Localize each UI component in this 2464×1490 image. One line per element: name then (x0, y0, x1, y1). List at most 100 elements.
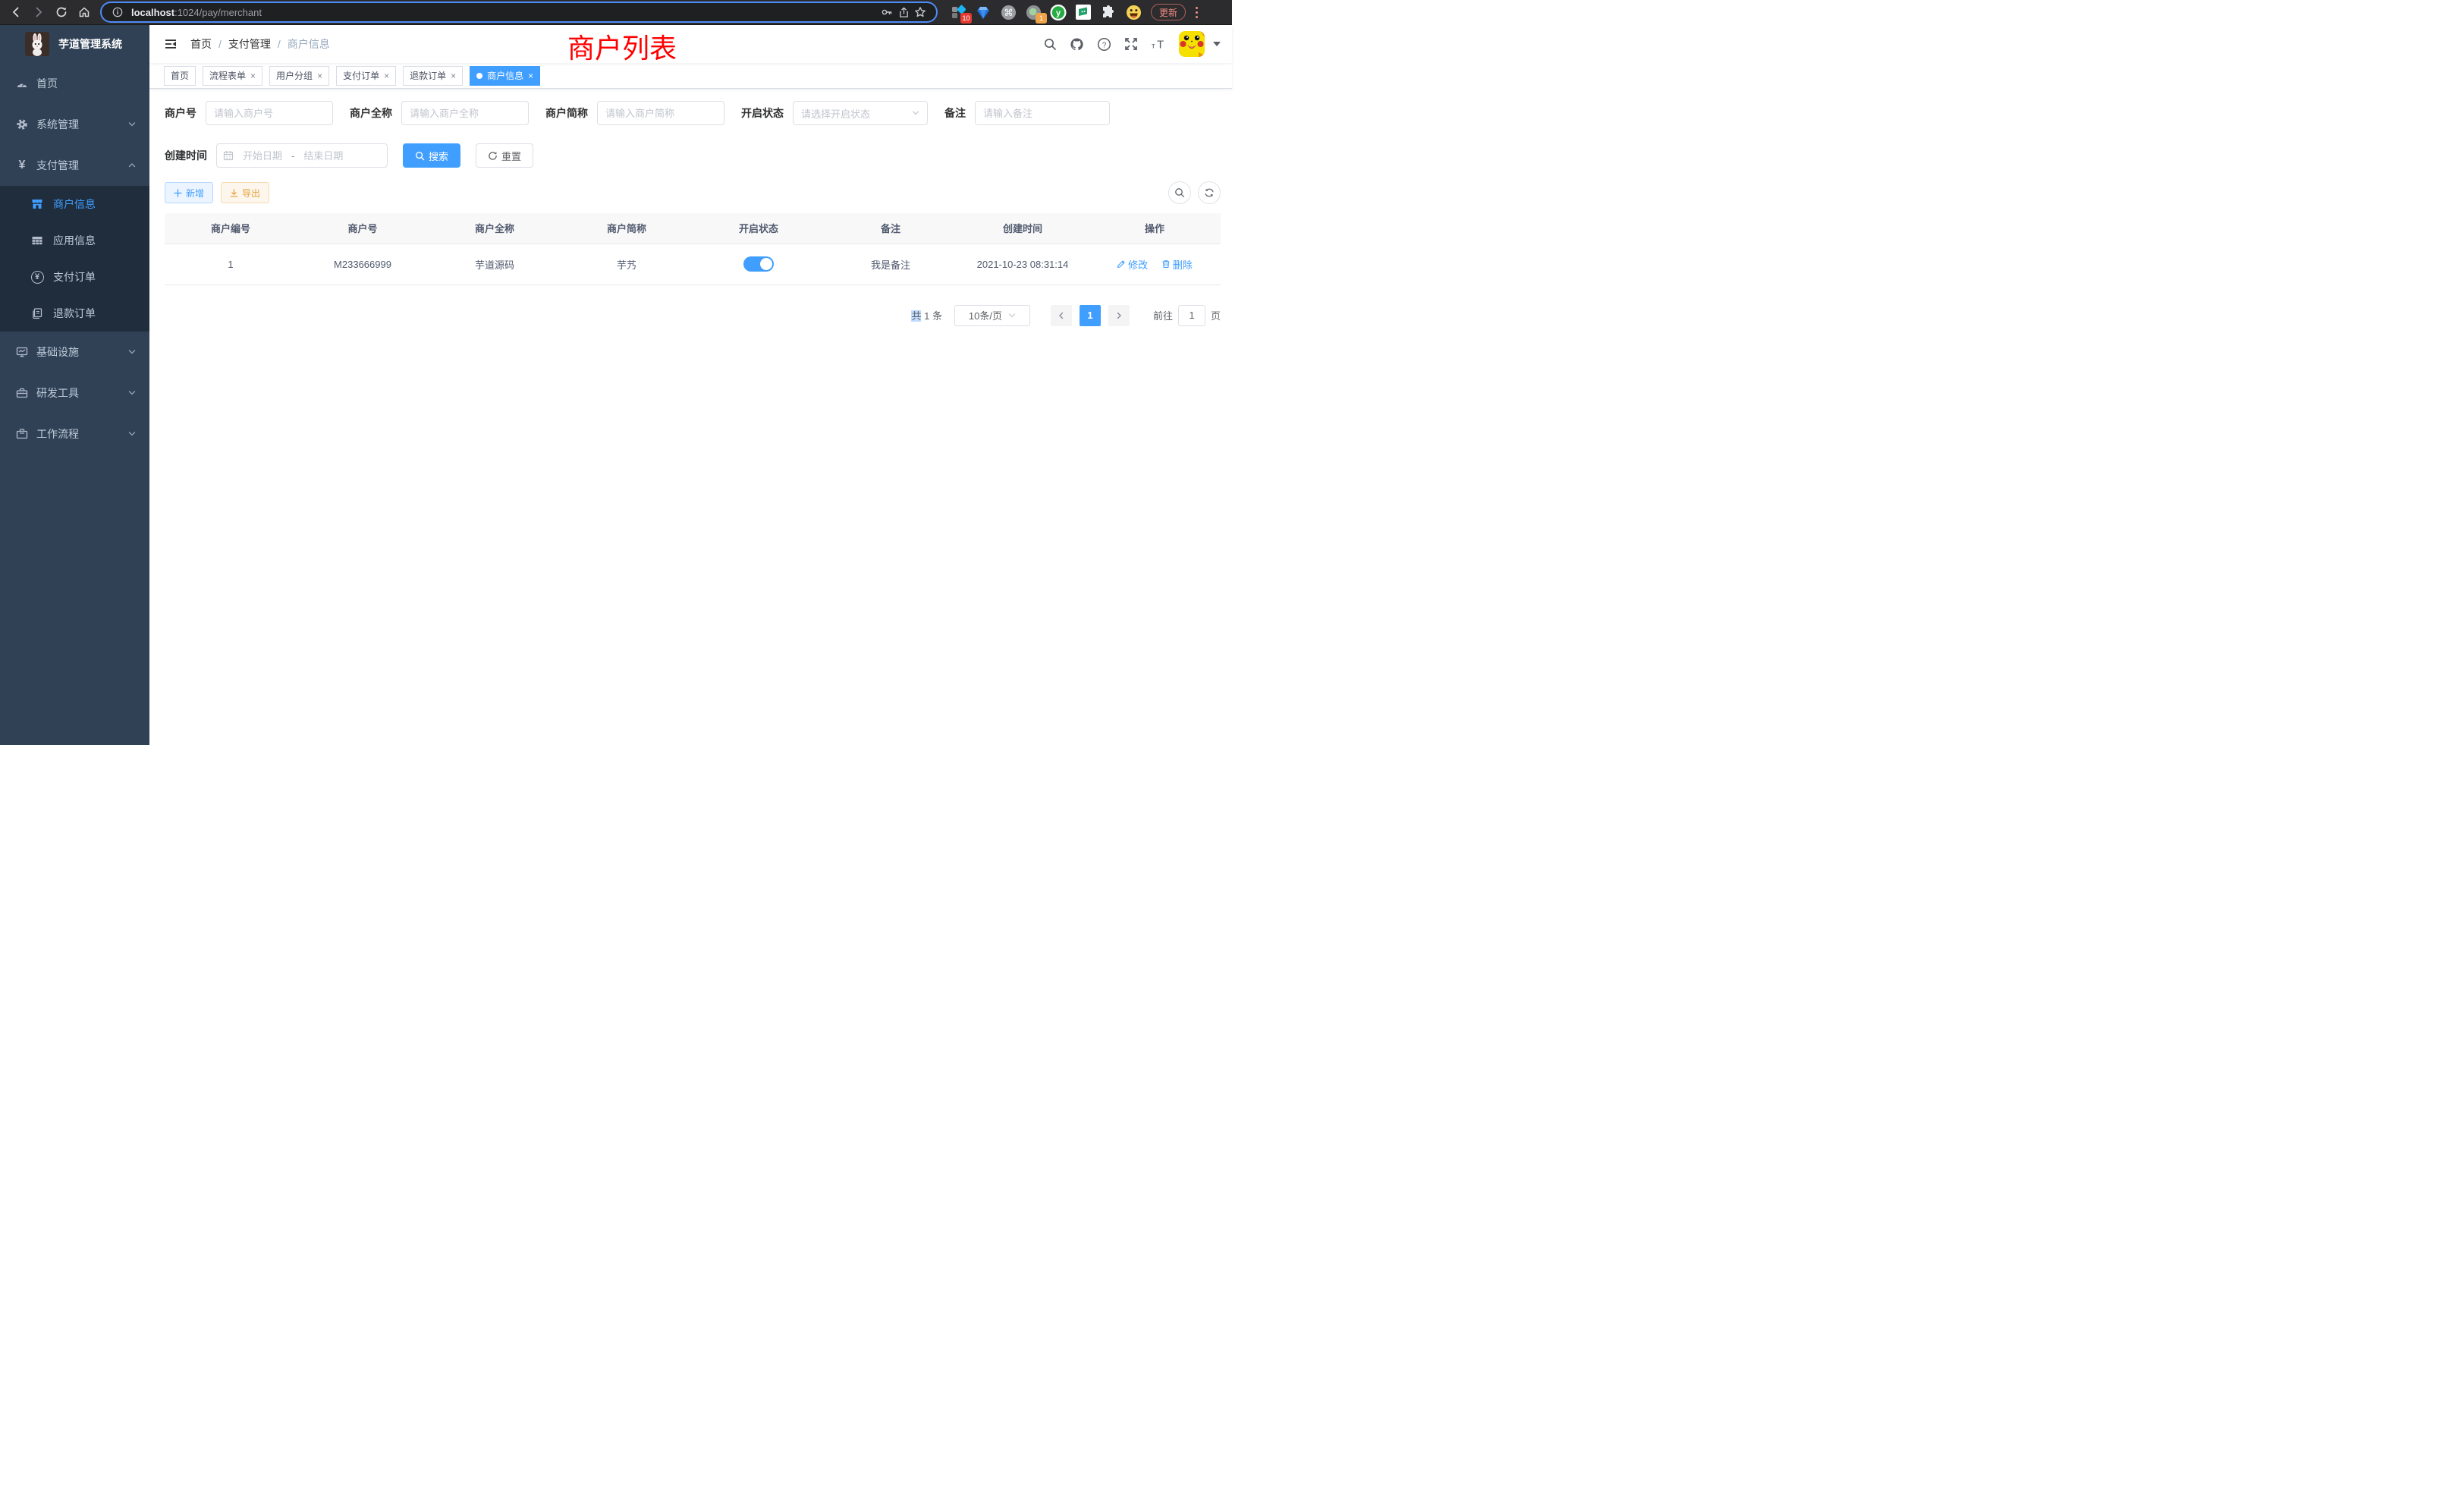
bookmark-star-icon[interactable] (912, 4, 929, 20)
remark-label: 备注 (944, 105, 966, 121)
show-search-toggle-button[interactable] (1168, 181, 1191, 204)
sidebar-item-label: 商户信息 (53, 196, 96, 212)
export-button[interactable]: 导出 (221, 182, 269, 203)
goto-page-input[interactable] (1178, 305, 1205, 326)
sidebar-item-home[interactable]: 首页 (0, 63, 149, 104)
sidebar-item-payment-orders[interactable]: ¥ 支付订单 (0, 259, 149, 295)
next-page-button[interactable] (1108, 305, 1130, 326)
cell-remark: 我是备注 (825, 244, 957, 284)
help-icon[interactable]: ? (1097, 37, 1111, 52)
sidebar-item-system[interactable]: 系统管理 (0, 104, 149, 145)
extensions-puzzle-icon[interactable] (1100, 4, 1117, 20)
sidebar-item-infrastructure[interactable]: 基础设施 (0, 332, 149, 372)
app-logo[interactable]: 芋道管理系统 (0, 25, 149, 63)
tag-payment-order[interactable]: 支付订单× (336, 66, 396, 86)
full-name-input[interactable] (410, 108, 520, 119)
font-size-icon[interactable]: тT (1151, 37, 1166, 51)
avatar-caret-icon[interactable] (1213, 42, 1221, 46)
browser-back-button[interactable] (6, 2, 26, 22)
merchant-no-input[interactable] (214, 108, 325, 119)
refresh-icon (488, 151, 498, 161)
edit-link[interactable]: 修改 (1117, 257, 1148, 272)
short-name-input[interactable] (605, 108, 716, 119)
breadcrumb-home[interactable]: 首页 (190, 36, 212, 52)
table-grid-icon (28, 234, 46, 247)
recorder-extension-icon[interactable]: 1 (1025, 4, 1042, 20)
tag-home[interactable]: 首页 (164, 66, 196, 86)
col-header: 备注 (825, 213, 957, 244)
status-toggle[interactable] (743, 256, 774, 272)
close-icon[interactable]: × (250, 71, 256, 81)
sidebar-item-app-info[interactable]: 应用信息 (0, 222, 149, 259)
sidebar-item-workflow[interactable]: 工作流程 (0, 413, 149, 454)
remark-input[interactable] (983, 108, 1102, 119)
close-icon[interactable]: × (451, 71, 456, 81)
emoji-extension-icon[interactable] (1125, 4, 1142, 20)
fullscreen-icon[interactable] (1124, 37, 1138, 51)
briefcase-icon (13, 428, 31, 440)
tag-user-group[interactable]: 用户分组× (269, 66, 329, 86)
browser-update-button[interactable]: 更新 (1151, 4, 1186, 20)
address-bar[interactable]: localhost:1024/pay/merchant (102, 3, 936, 21)
search-icon[interactable] (1043, 37, 1057, 51)
total-count: 共 1 条 (911, 308, 942, 322)
top-navbar: 首页 / 支付管理 / 商户信息 ? т (149, 25, 1232, 63)
plus-icon (174, 189, 182, 197)
sidebar-item-refund-orders[interactable]: 退款订单 (0, 295, 149, 332)
browser-forward-button[interactable] (29, 2, 49, 22)
payment-submenu: 商户信息 应用信息 ¥ 支付订单 退款订单 (0, 186, 149, 332)
gem-extension-icon[interactable] (975, 4, 992, 20)
close-icon[interactable]: × (528, 71, 533, 81)
sidebar-item-label: 系统管理 (36, 117, 79, 132)
breadcrumb-section[interactable]: 支付管理 (228, 36, 271, 52)
search-button[interactable]: 搜索 (403, 143, 460, 168)
tag-refund-order[interactable]: 退款订单× (403, 66, 463, 86)
sidebar-item-dev-tools[interactable]: 研发工具 (0, 372, 149, 413)
documents-icon (28, 307, 46, 319)
tag-merchant-info[interactable]: 商户信息× (470, 66, 540, 86)
add-button[interactable]: 新增 (165, 182, 213, 203)
github-icon[interactable] (1070, 37, 1084, 52)
browser-reload-button[interactable] (52, 2, 71, 22)
sidebar-item-merchant-info[interactable]: 商户信息 (0, 186, 149, 222)
site-info-icon[interactable] (109, 4, 126, 20)
page-content: 商户号 商户全称 商户简称 开启状态 请选择开启状态 (149, 89, 1232, 745)
chevron-down-icon (1008, 312, 1016, 319)
status-label: 开启状态 (741, 105, 784, 121)
command-extension-icon[interactable]: ⌘ (1000, 4, 1017, 20)
page-number-1[interactable]: 1 (1080, 305, 1101, 326)
create-time-range-picker[interactable]: - (216, 143, 388, 168)
tag-process-form[interactable]: 流程表单× (203, 66, 262, 86)
delete-link[interactable]: 删除 (1161, 257, 1193, 272)
close-icon[interactable]: × (384, 71, 389, 81)
start-date-input[interactable] (238, 150, 287, 162)
browser-menu-icon[interactable] (1190, 4, 1202, 20)
svg-text:T: T (1157, 39, 1164, 52)
refresh-table-button[interactable] (1198, 181, 1221, 204)
col-header: 操作 (1089, 213, 1221, 244)
sidebar-fold-icon[interactable] (157, 30, 184, 58)
chat-extension-icon[interactable] (1075, 4, 1092, 20)
svg-text:y: y (1056, 8, 1061, 17)
col-header: 商户编号 (165, 213, 297, 244)
shop-icon (28, 198, 46, 210)
reset-button[interactable]: 重置 (476, 143, 533, 168)
end-date-input[interactable] (299, 150, 347, 162)
sidebar-item-label: 基础设施 (36, 344, 79, 360)
goto-label: 前往 (1153, 308, 1173, 322)
dashboard-icon (13, 77, 31, 90)
sidebar-item-label: 支付订单 (53, 269, 96, 284)
col-header: 创建时间 (957, 213, 1089, 244)
yudao-extension-icon[interactable]: y (1050, 4, 1067, 20)
sidebar-item-payment[interactable]: ¥ 支付管理 (0, 145, 149, 186)
status-select[interactable]: 请选择开启状态 (793, 101, 928, 125)
tab-manager-extension-icon[interactable]: 10 (950, 4, 966, 20)
close-icon[interactable]: × (317, 71, 322, 81)
user-avatar[interactable] (1179, 31, 1205, 57)
password-key-icon[interactable] (878, 4, 895, 20)
sidebar-item-label: 研发工具 (36, 385, 79, 401)
page-size-select[interactable]: 10条/页 (954, 305, 1030, 326)
share-icon[interactable] (895, 4, 912, 20)
prev-page-button[interactable] (1051, 305, 1072, 326)
browser-home-button[interactable] (74, 2, 94, 22)
